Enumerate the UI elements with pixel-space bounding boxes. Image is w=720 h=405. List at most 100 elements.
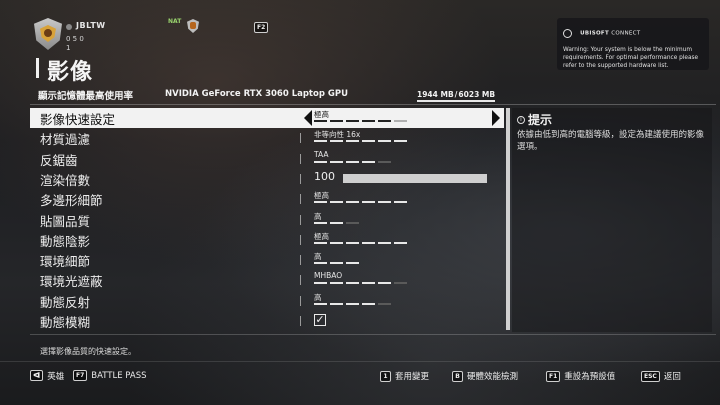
quality-level-bars [314,201,414,204]
hint-text: 依據由低到高的電腦等級，設定為建議使用的影像選項。 [517,130,705,152]
quality-bar-segment [314,282,327,285]
quality-bar-segment [362,201,375,204]
setting-label: 材質過濾 [40,132,91,148]
vram-usage-label: 顯示記憶體最高使用率 [38,91,134,102]
quality-level-bars [314,241,414,244]
quality-bar-segment [346,140,359,143]
setting-label: 影像快速設定 [40,112,116,127]
setting-row[interactable]: 貼圖品質 高 [30,210,504,230]
footer-back-button[interactable]: ESC 返回 [641,370,681,382]
setting-label: 動態反射 [40,294,91,310]
setting-divider [300,255,301,266]
nat-emblem-inner [190,22,196,29]
quality-bar-segment [362,120,375,122]
vram-used: 1944 MB [417,90,454,99]
ubisoft-suffix: CONNECT [611,30,641,37]
hero-label: 英雄 [47,372,65,382]
setting-divider [300,153,301,164]
quality-bar-segment [330,221,343,224]
quality-bar-segment [378,302,391,305]
ubisoft-brand: UBISOFT [580,30,610,37]
quality-level-bars [314,120,414,122]
footer-reset-button[interactable]: F1 重設為預設值 [546,370,615,382]
quality-bar-segment [378,160,391,163]
arrow-left-icon[interactable] [304,110,312,126]
setting-divider [300,295,301,306]
footer-apply-button[interactable]: 1 套用變更 [380,370,429,382]
quality-bar-segment [330,302,343,305]
nat-label: NAT [168,18,182,25]
quality-bar-segment [394,282,407,285]
quality-bar-segment [330,140,343,143]
render-scale-slider[interactable] [343,173,487,183]
player-rank: 1 [66,44,71,52]
player-name: JBLTW [76,21,106,30]
quality-bar-segment [314,140,327,143]
setting-divider [300,194,301,205]
quality-bar-segment [314,221,327,224]
hero-key-icon: ᐊ [30,370,44,381]
setting-label: 多邊形細節 [40,193,103,209]
quality-level-bars [314,282,414,285]
setting-value: 極高 [314,191,329,201]
setting-row[interactable]: 環境細節 高 [30,250,504,270]
vram-usage-bar [417,100,495,102]
quality-bar-segment [362,160,375,163]
quality-bar-segment [330,282,343,285]
quality-bar-segment [346,241,359,244]
setting-label: 環境光遮蔽 [40,274,103,290]
setting-row[interactable]: 環境光遮蔽 MHBAO [30,270,504,290]
setting-row[interactable]: 渲染倍數 100 [30,169,504,189]
quality-bar-segment [330,120,343,122]
quality-bar-segment [378,201,391,204]
f2-key-hint[interactable]: F2 [254,22,269,33]
setting-row[interactable]: 材質過濾 非等向性 16x [30,128,504,148]
setting-row[interactable]: 多邊形細節 極高 [30,189,504,209]
arrow-right-icon[interactable] [492,110,500,126]
reset-label: 重設為預設值 [564,372,616,382]
player-status-icon [66,24,72,30]
settings-scrollbar-thumb[interactable] [506,108,510,330]
info-icon: i [517,116,525,124]
quality-level-bars [314,140,414,143]
ubisoft-connect-notification: UBISOFT CONNECT Warning: Your system is … [557,18,709,70]
setting-divider [300,214,301,225]
setting-row[interactable]: 動態反射 高 [30,291,504,311]
setting-label: 渲染倍數 [40,172,91,188]
quality-bar-segment [362,302,375,305]
vram-total: 6023 MB [458,90,496,99]
ubisoft-warning-message: Warning: Your system is below the minimu… [563,47,699,70]
setting-value: 高 [314,292,322,302]
motion-blur-checkbox[interactable]: ✓ [314,314,326,326]
setting-label: 環境細節 [40,254,91,270]
gpu-name: NVIDIA GeForce RTX 3060 Laptop GPU [165,89,348,99]
quality-bar-segment [346,160,359,163]
footer-hero-button[interactable]: ᐊ 英雄 [30,370,64,382]
setting-row[interactable]: 動態陰影 極高 [30,230,504,250]
setting-row[interactable]: 動態模糊 ✓ [30,311,504,331]
benchmark-key: B [452,371,463,382]
setting-description: 選擇影像品質的快速設定。 [40,347,136,356]
quality-bar-segment [314,262,327,265]
setting-label: 反鋸齒 [40,152,78,168]
back-label: 返回 [663,372,681,382]
footer-benchmark-button[interactable]: B 硬體效能檢測 [452,370,518,382]
player-emblem-core [44,29,52,37]
player-stats: 0 5 0 [66,35,84,43]
hint-title: 提示 [528,113,553,127]
quality-bar-segment [314,120,327,122]
quality-bar-segment [394,201,407,204]
footer-battle-pass-button[interactable]: F7 BATTLE PASS [73,370,147,381]
quality-bar-segment [378,241,391,244]
page-title: 影像 [47,60,94,85]
setting-row[interactable]: 反鋸齒 TAA [30,149,504,169]
setting-row[interactable]: 影像快速設定 極高 [30,108,504,128]
slider-value: 100 [314,169,335,183]
apply-label: 套用變更 [395,372,430,382]
quality-level-bars [314,262,414,265]
setting-value: 高 [314,252,322,262]
quality-level-bars [314,221,414,224]
quality-bar-segment [394,241,407,244]
setting-value: TAA [314,149,329,159]
back-key: ESC [641,371,660,382]
